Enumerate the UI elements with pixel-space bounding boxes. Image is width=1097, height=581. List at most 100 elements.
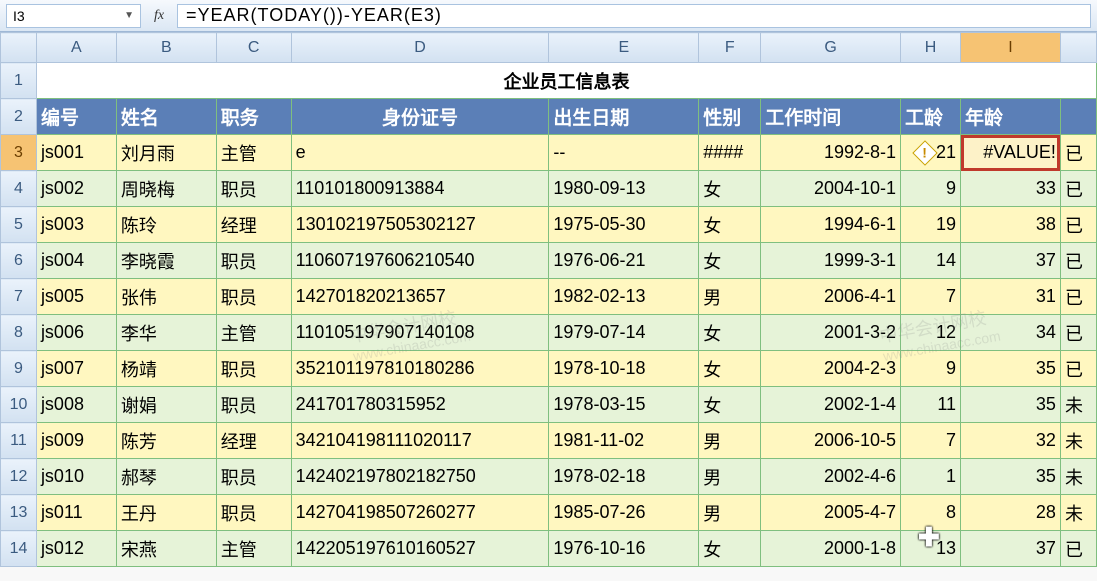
cell-F10[interactable]: 女 bbox=[699, 387, 761, 423]
row-head-13[interactable]: 13 bbox=[1, 495, 37, 531]
cell-B3[interactable]: 刘月雨 bbox=[116, 135, 216, 171]
header-idno[interactable]: 身份证号 bbox=[291, 99, 549, 135]
cell-C14[interactable]: 主管 bbox=[216, 531, 291, 567]
cell-J6[interactable]: 已 bbox=[1060, 243, 1096, 279]
cell-G11[interactable]: 2006-10-5 bbox=[761, 423, 901, 459]
cell-J13[interactable]: 未 bbox=[1060, 495, 1096, 531]
select-all-corner[interactable] bbox=[1, 33, 37, 63]
cell-A4[interactable]: js002 bbox=[36, 171, 116, 207]
cell-C11[interactable]: 经理 bbox=[216, 423, 291, 459]
cell-G5[interactable]: 1994-6-1 bbox=[761, 207, 901, 243]
cell-D12[interactable]: 142402197802182750 bbox=[291, 459, 549, 495]
cell-F8[interactable]: 女 bbox=[699, 315, 761, 351]
fx-icon[interactable]: fx bbox=[147, 5, 171, 27]
col-head-B[interactable]: B bbox=[116, 33, 216, 63]
cell-B12[interactable]: 郝琴 bbox=[116, 459, 216, 495]
cell-B7[interactable]: 张伟 bbox=[116, 279, 216, 315]
formula-input[interactable]: =YEAR(TODAY())-YEAR(E3) bbox=[177, 4, 1091, 28]
row-head-2[interactable]: 2 bbox=[1, 99, 37, 135]
cell-C3[interactable]: 主管 bbox=[216, 135, 291, 171]
cell-F13[interactable]: 男 bbox=[699, 495, 761, 531]
cell-C10[interactable]: 职员 bbox=[216, 387, 291, 423]
header-age[interactable]: 年龄 bbox=[961, 99, 1061, 135]
cell-J10[interactable]: 未 bbox=[1060, 387, 1096, 423]
cell-C5[interactable]: 经理 bbox=[216, 207, 291, 243]
row-head-9[interactable]: 9 bbox=[1, 351, 37, 387]
cell-F4[interactable]: 女 bbox=[699, 171, 761, 207]
row-head-14[interactable]: 14 bbox=[1, 531, 37, 567]
cell-D10[interactable]: 241701780315952 bbox=[291, 387, 549, 423]
cell-I6[interactable]: 37 bbox=[961, 243, 1061, 279]
title-cell[interactable]: 企业员工信息表 bbox=[36, 63, 1096, 99]
cell-B5[interactable]: 陈玲 bbox=[116, 207, 216, 243]
cell-E12[interactable]: 1978-02-18 bbox=[549, 459, 699, 495]
name-box[interactable]: I3 ▼ bbox=[6, 4, 141, 28]
cell-F3[interactable]: #### bbox=[699, 135, 761, 171]
row-head-5[interactable]: 5 bbox=[1, 207, 37, 243]
col-head-E[interactable]: E bbox=[549, 33, 699, 63]
cell-E7[interactable]: 1982-02-13 bbox=[549, 279, 699, 315]
col-head-G[interactable]: G bbox=[761, 33, 901, 63]
row-head-12[interactable]: 12 bbox=[1, 459, 37, 495]
cell-G7[interactable]: 2006-4-1 bbox=[761, 279, 901, 315]
cell-A9[interactable]: js007 bbox=[36, 351, 116, 387]
header-position[interactable]: 职务 bbox=[216, 99, 291, 135]
header-gender[interactable]: 性别 bbox=[699, 99, 761, 135]
cell-D7[interactable]: 142701820213657 bbox=[291, 279, 549, 315]
cell-B4[interactable]: 周晓梅 bbox=[116, 171, 216, 207]
cell-E13[interactable]: 1985-07-26 bbox=[549, 495, 699, 531]
cell-C13[interactable]: 职员 bbox=[216, 495, 291, 531]
cell-A7[interactable]: js005 bbox=[36, 279, 116, 315]
cell-I7[interactable]: 31 bbox=[961, 279, 1061, 315]
cell-I14[interactable]: 37 bbox=[961, 531, 1061, 567]
cell-B13[interactable]: 王丹 bbox=[116, 495, 216, 531]
cell-E9[interactable]: 1978-10-18 bbox=[549, 351, 699, 387]
cell-B6[interactable]: 李晓霞 bbox=[116, 243, 216, 279]
header-id[interactable]: 编号 bbox=[36, 99, 116, 135]
error-indicator-icon[interactable] bbox=[912, 141, 937, 166]
col-head-H[interactable]: H bbox=[901, 33, 961, 63]
cell-F5[interactable]: 女 bbox=[699, 207, 761, 243]
cell-B14[interactable]: 宋燕 bbox=[116, 531, 216, 567]
cell-E3[interactable]: -- bbox=[549, 135, 699, 171]
cell-E11[interactable]: 1981-11-02 bbox=[549, 423, 699, 459]
cell-J8[interactable]: 已 bbox=[1060, 315, 1096, 351]
cell-A11[interactable]: js009 bbox=[36, 423, 116, 459]
cell-H11[interactable]: 7 bbox=[901, 423, 961, 459]
cell-A12[interactable]: js010 bbox=[36, 459, 116, 495]
cell-H9[interactable]: 9 bbox=[901, 351, 961, 387]
cell-G3[interactable]: 1992-8-1 bbox=[761, 135, 901, 171]
header-workdate[interactable]: 工作时间 bbox=[761, 99, 901, 135]
cell-D3[interactable]: e bbox=[291, 135, 549, 171]
cell-H8[interactable]: 12 bbox=[901, 315, 961, 351]
cell-A3[interactable]: js001 bbox=[36, 135, 116, 171]
cell-B10[interactable]: 谢娟 bbox=[116, 387, 216, 423]
cell-I3[interactable]: #VALUE! bbox=[961, 135, 1061, 171]
cell-F7[interactable]: 男 bbox=[699, 279, 761, 315]
cell-J7[interactable]: 已 bbox=[1060, 279, 1096, 315]
row-head-1[interactable]: 1 bbox=[1, 63, 37, 99]
header-seniority[interactable]: 工龄 bbox=[901, 99, 961, 135]
cell-C12[interactable]: 职员 bbox=[216, 459, 291, 495]
cell-D9[interactable]: 352101197810180286 bbox=[291, 351, 549, 387]
cell-E5[interactable]: 1975-05-30 bbox=[549, 207, 699, 243]
col-head-F[interactable]: F bbox=[699, 33, 761, 63]
row-head-6[interactable]: 6 bbox=[1, 243, 37, 279]
row-head-3[interactable]: 3 bbox=[1, 135, 37, 171]
cell-J4[interactable]: 已 bbox=[1060, 171, 1096, 207]
cell-J11[interactable]: 未 bbox=[1060, 423, 1096, 459]
col-head-D[interactable]: D bbox=[291, 33, 549, 63]
cell-H14[interactable]: 13 bbox=[901, 531, 961, 567]
row-head-10[interactable]: 10 bbox=[1, 387, 37, 423]
cell-H10[interactable]: 11 bbox=[901, 387, 961, 423]
cell-I4[interactable]: 33 bbox=[961, 171, 1061, 207]
cell-G9[interactable]: 2004-2-3 bbox=[761, 351, 901, 387]
cell-I8[interactable]: 34 bbox=[961, 315, 1061, 351]
cell-F12[interactable]: 男 bbox=[699, 459, 761, 495]
cell-C4[interactable]: 职员 bbox=[216, 171, 291, 207]
cell-C8[interactable]: 主管 bbox=[216, 315, 291, 351]
cell-C7[interactable]: 职员 bbox=[216, 279, 291, 315]
cell-H5[interactable]: 19 bbox=[901, 207, 961, 243]
cell-G10[interactable]: 2002-1-4 bbox=[761, 387, 901, 423]
cell-G8[interactable]: 2001-3-2 bbox=[761, 315, 901, 351]
